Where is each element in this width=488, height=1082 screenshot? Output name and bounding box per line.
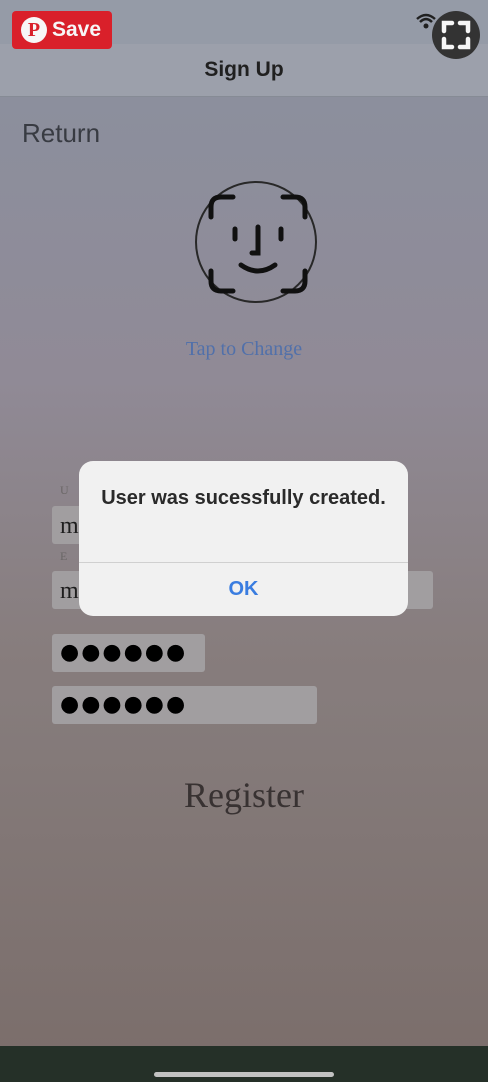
alert-ok-button[interactable]: OK bbox=[79, 563, 408, 616]
alert-dialog: User was sucessfully created. OK bbox=[79, 461, 408, 616]
alert-message: User was sucessfully created. bbox=[101, 487, 386, 509]
